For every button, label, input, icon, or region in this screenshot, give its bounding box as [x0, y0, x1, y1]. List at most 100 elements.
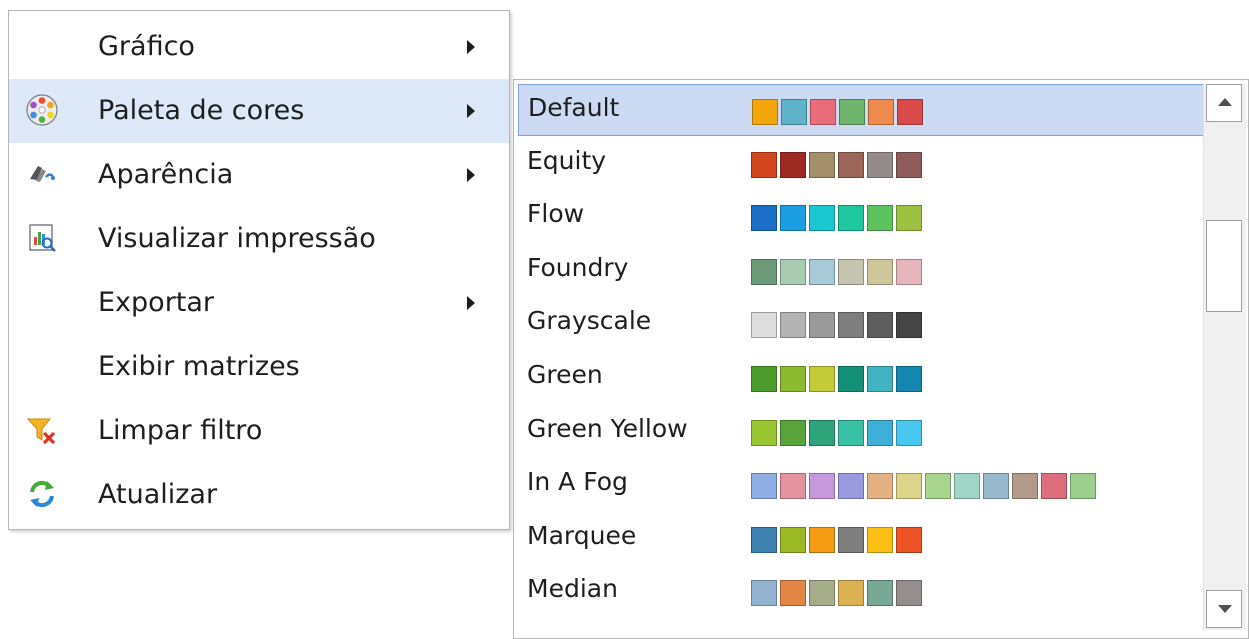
color-swatch [1012, 473, 1038, 499]
palette-item-foundry[interactable]: Foundry [518, 245, 1208, 297]
menu-item-atualizar[interactable]: Atualizar [9, 463, 509, 527]
color-swatch [867, 205, 893, 231]
palette-item-label: Grayscale [527, 306, 652, 335]
color-swatch [838, 473, 864, 499]
color-swatch [867, 473, 893, 499]
menu-item-label: Gráfico [98, 31, 195, 62]
color-swatch [781, 99, 807, 125]
palette-item-green[interactable]: Green [518, 352, 1208, 404]
color-swatch [809, 580, 835, 606]
palette-item-label: Marquee [527, 521, 637, 550]
palette-swatches [751, 366, 925, 392]
menu-item-limpar-filtro[interactable]: Limpar filtro [9, 399, 509, 463]
color-swatch [780, 366, 806, 392]
color-swatch [896, 259, 922, 285]
arrow-up-icon [1218, 98, 1232, 106]
color-swatch [809, 527, 835, 553]
color-swatch [867, 312, 893, 338]
palette-item-label: Green [527, 360, 603, 389]
menu-item-label: Aparência [98, 159, 234, 190]
palette-item-label: Green Yellow [527, 414, 688, 443]
color-swatch [838, 420, 864, 446]
color-swatch [896, 420, 922, 446]
menu-item-label: Visualizar impressão [98, 223, 376, 254]
color-swatch [809, 312, 835, 338]
color-swatch [838, 312, 864, 338]
menu-item-grafico[interactable]: Gráfico [9, 15, 509, 79]
color-swatch [809, 420, 835, 446]
paint-brush-icon [25, 157, 59, 191]
color-swatch [751, 420, 777, 446]
menu-item-exportar[interactable]: Exportar [9, 271, 509, 335]
color-swatch [780, 205, 806, 231]
scroll-up-button[interactable] [1206, 84, 1242, 122]
color-swatch [838, 205, 864, 231]
color-palette-icon [25, 93, 59, 127]
menu-item-label: Exportar [98, 287, 215, 318]
menu-item-label: Atualizar [98, 479, 218, 510]
color-swatch [809, 366, 835, 392]
menu-item-label: Exibir matrizes [98, 351, 300, 382]
color-swatch [838, 527, 864, 553]
vertical-scrollbar[interactable] [1203, 84, 1246, 630]
palette-item-label: Flow [527, 199, 585, 228]
menu-item-exibir-matrizes[interactable]: Exibir matrizes [9, 335, 509, 399]
color-swatch [896, 312, 922, 338]
color-swatch [809, 205, 835, 231]
palette-item-default[interactable]: Default [518, 84, 1208, 136]
color-swatch [751, 259, 777, 285]
menu-item-label: Paleta de cores [98, 95, 305, 126]
color-swatch [867, 580, 893, 606]
palette-item-grayscale[interactable]: Grayscale [518, 298, 1208, 350]
palette-item-median[interactable]: Median [518, 566, 1208, 618]
palette-swatches [751, 473, 1099, 499]
color-swatch [867, 259, 893, 285]
menu-item-visualizar-impressao[interactable]: Visualizar impressão [9, 207, 509, 271]
scroll-down-button[interactable] [1206, 590, 1242, 628]
color-swatch [896, 580, 922, 606]
color-swatch [751, 152, 777, 178]
palette-swatches [751, 259, 925, 285]
palette-submenu: Default Equity Flow Foundry Grayscale Green Gr… [513, 79, 1249, 639]
color-swatch [809, 473, 835, 499]
color-swatch [838, 259, 864, 285]
color-swatch [867, 527, 893, 553]
palette-item-flow[interactable]: Flow [518, 191, 1208, 243]
color-swatch [839, 99, 865, 125]
submenu-arrow-icon [467, 168, 475, 182]
color-swatch [896, 527, 922, 553]
menu-item-aparencia[interactable]: Aparência [9, 143, 509, 207]
color-swatch [838, 580, 864, 606]
color-swatch [896, 205, 922, 231]
palette-item-in-a-fog[interactable]: In A Fog [518, 459, 1208, 511]
color-swatch [896, 366, 922, 392]
color-swatch [1041, 473, 1067, 499]
palette-item-label: Foundry [527, 253, 629, 282]
palette-swatches [751, 420, 925, 446]
menu-item-label: Limpar filtro [98, 415, 263, 446]
palette-item-marquee[interactable]: Marquee [518, 513, 1208, 565]
color-swatch [809, 152, 835, 178]
color-swatch [752, 99, 778, 125]
scroll-thumb[interactable] [1206, 220, 1242, 312]
refresh-icon [25, 477, 59, 511]
submenu-arrow-icon [467, 296, 475, 310]
palette-item-green-yellow[interactable]: Green Yellow [518, 406, 1208, 458]
palette-swatches [752, 99, 926, 125]
palette-swatches [751, 527, 925, 553]
submenu-arrow-icon [467, 104, 475, 118]
color-swatch [751, 205, 777, 231]
arrow-down-icon [1218, 605, 1232, 613]
palette-item-equity[interactable]: Equity [518, 138, 1208, 190]
color-swatch [925, 473, 951, 499]
palette-item-label: Median [527, 574, 618, 603]
color-swatch [751, 527, 777, 553]
color-swatch [780, 420, 806, 446]
color-swatch [780, 152, 806, 178]
menu-item-paleta-de-cores[interactable]: Paleta de cores [9, 79, 509, 143]
color-swatch [751, 366, 777, 392]
color-swatch [780, 312, 806, 338]
color-swatch [780, 580, 806, 606]
color-swatch [1070, 473, 1096, 499]
color-swatch [896, 473, 922, 499]
